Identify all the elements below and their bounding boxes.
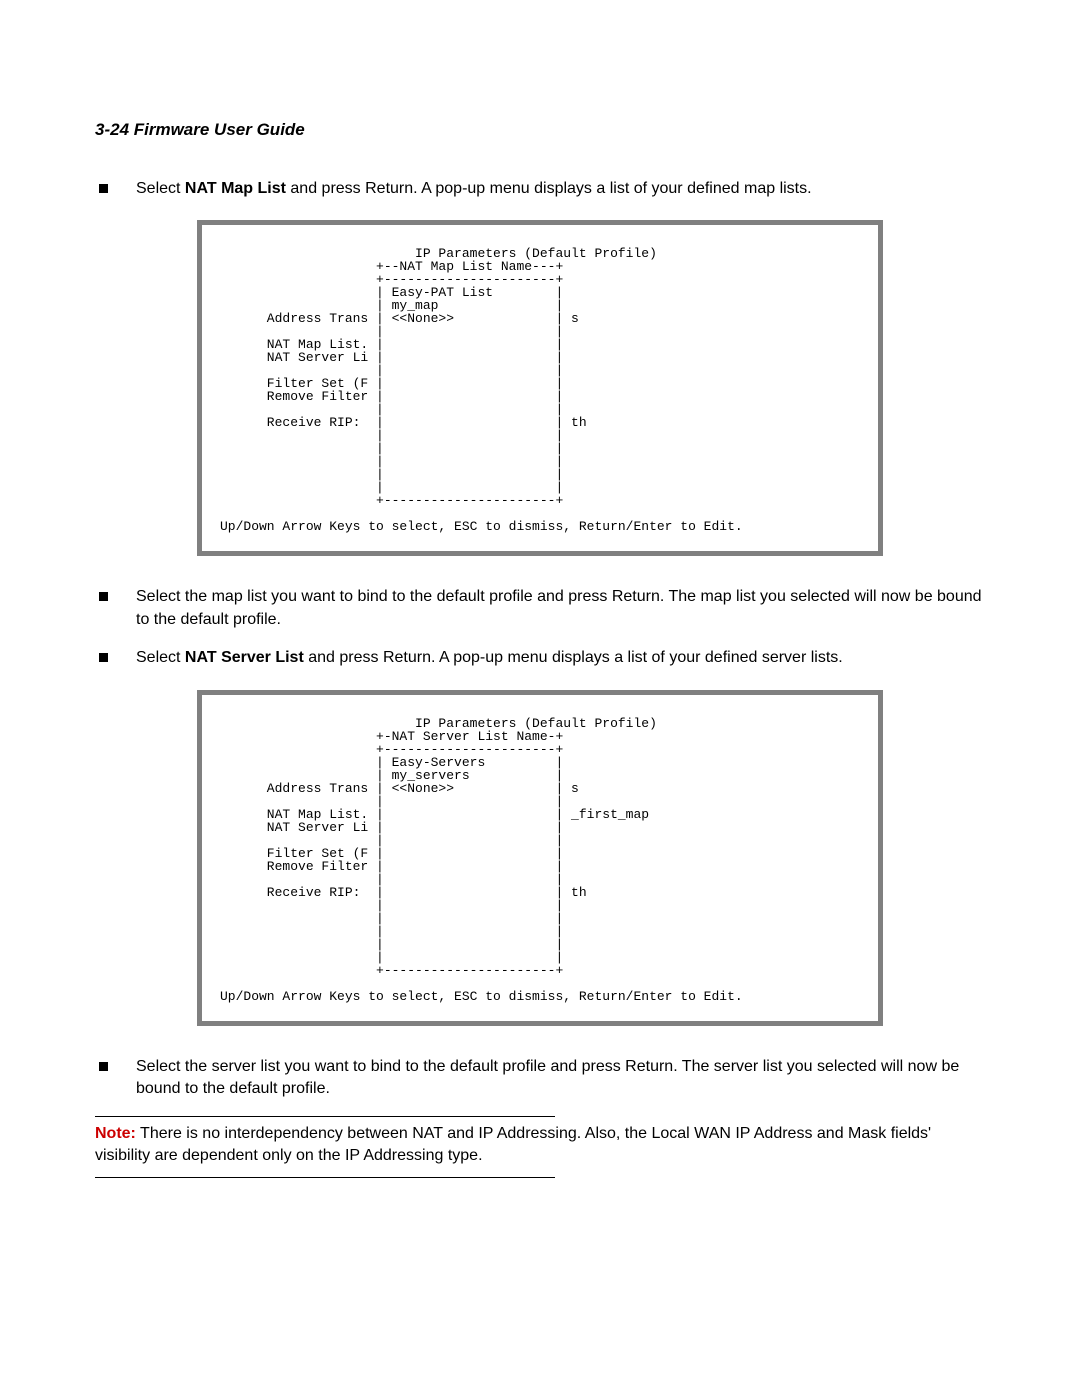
terminal-screenshot-1: IP Parameters (Default Profile) +--NAT M… <box>197 220 883 556</box>
text-post: and press Return. A pop-up menu displays… <box>304 649 843 666</box>
square-bullet-icon <box>99 1062 108 1071</box>
page-header: 3-24 Firmware User Guide <box>95 120 985 140</box>
bullet-item-1: Select NAT Map List and press Return. A … <box>95 178 985 200</box>
bullet-text: Select NAT Server List and press Return.… <box>136 647 985 669</box>
page: 3-24 Firmware User Guide Select NAT Map … <box>0 0 1080 1284</box>
square-bullet-icon <box>99 653 108 662</box>
note-block: Note: There is no interdependency betwee… <box>95 1123 985 1166</box>
bullet-text: Select the map list you want to bind to … <box>136 586 985 631</box>
terminal-screenshot-2: IP Parameters (Default Profile) +-NAT Se… <box>197 690 883 1026</box>
bullet-text: Select NAT Map List and press Return. A … <box>136 178 985 200</box>
note-label: Note: <box>95 1125 136 1142</box>
bullet-item-4: Select the server list you want to bind … <box>95 1056 985 1101</box>
text-pre: Select <box>136 649 185 666</box>
horizontal-rule <box>95 1177 555 1178</box>
text-post: and press Return. A pop-up menu displays… <box>286 180 812 197</box>
bullet-item-3: Select NAT Server List and press Return.… <box>95 647 985 669</box>
horizontal-rule <box>95 1116 555 1117</box>
text-bold: NAT Server List <box>185 649 304 666</box>
square-bullet-icon <box>99 592 108 601</box>
text-pre: Select <box>136 180 185 197</box>
bullet-text: Select the server list you want to bind … <box>136 1056 985 1101</box>
note-text: There is no interdependency between NAT … <box>95 1125 931 1164</box>
text-bold: NAT Map List <box>185 180 286 197</box>
bullet-item-2: Select the map list you want to bind to … <box>95 586 985 631</box>
square-bullet-icon <box>99 184 108 193</box>
